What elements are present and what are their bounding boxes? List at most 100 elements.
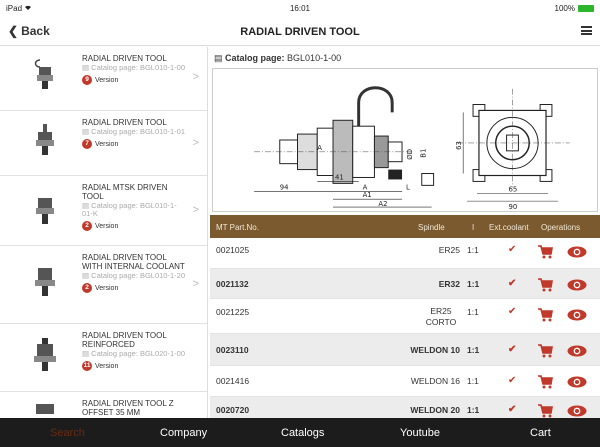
sidebar-item-3[interactable]: RADIAL DRIVEN TOOL WITH INTERNAL COOLANT… <box>0 246 207 324</box>
ratio: 1:1 <box>467 405 480 415</box>
eye-icon[interactable] <box>567 405 587 418</box>
table-row[interactable]: 0021025 ER25 1:1 ✔ <box>210 238 600 269</box>
sidebar-item-title: RADIAL DRIVEN TOOL <box>82 118 167 127</box>
status-time: 16:01 <box>289 4 311 13</box>
sidebar-item-title: RADIAL MTSK DRIVEN TOOL <box>82 183 168 201</box>
sidebar-item-0[interactable]: RADIAL DRIVEN TOOL ▤ Catalog page: BGL01… <box>0 47 207 111</box>
part-number: 0021132 <box>216 279 249 289</box>
spindle: ER25 CORTO <box>425 306 457 327</box>
tab-cart[interactable]: Cart <box>530 427 551 439</box>
page-title: RADIAL DRIVEN TOOL <box>240 26 360 38</box>
sidebar-item-title: RADIAL DRIVEN TOOL Z OFFSET 35 mm <box>82 399 174 417</box>
check-icon: ✔ <box>508 306 517 317</box>
version-count-badge: 9 <box>82 75 92 85</box>
table-row[interactable]: 0021225 ER25 CORTO 1:1 ✔ <box>210 299 600 334</box>
cart-icon[interactable] <box>537 344 553 360</box>
tab-catalogs[interactable]: Catalogs <box>281 427 324 439</box>
table-row[interactable]: 0021416 WELDON 16 1:1 ✔ <box>210 366 600 397</box>
sidebar: RADIAL DRIVEN TOOL ▤ Catalog page: BGL01… <box>0 47 208 418</box>
dimension-label: A <box>363 183 368 191</box>
dimension-label: 41 <box>335 173 344 181</box>
status-right: 100% <box>555 4 594 13</box>
tab-youtube[interactable]: Youtube <box>400 427 440 439</box>
eye-icon[interactable] <box>567 376 587 390</box>
navigation-bar: ❮ Back RADIAL DRIVEN TOOL <box>0 16 600 46</box>
catalog-page-heading: ▤ Catalog page: BGL010-1-00 <box>214 53 342 63</box>
battery-percent: 100% <box>554 4 575 13</box>
sidebar-item-4[interactable]: RADIAL DRIVEN TOOL REINFORCED ▤ Catalog … <box>0 324 207 392</box>
back-button[interactable]: ❮ Back <box>8 24 50 38</box>
header-ratio: I <box>472 223 475 232</box>
part-number: 0021225 <box>216 307 250 317</box>
dimension-label: A2 <box>378 200 387 208</box>
dimension-label: 94 <box>280 183 289 191</box>
tool-thumbnail-icon <box>35 268 55 296</box>
spindle: WELDON 20 <box>410 405 460 415</box>
spindle: ER32 <box>438 279 460 289</box>
eye-icon[interactable] <box>567 279 587 293</box>
part-number: 0023110 <box>216 345 249 355</box>
eye-icon[interactable] <box>567 246 587 260</box>
check-icon: ✔ <box>508 375 517 386</box>
table-row[interactable]: 0023110 WELDON 10 1:1 ✔ <box>210 334 600 366</box>
sidebar-item-2[interactable]: RADIAL MTSK DRIVEN TOOL ▤ Catalog page: … <box>0 176 207 246</box>
tool-thumbnail-icon <box>34 59 53 89</box>
ratio: 1:1 <box>467 345 480 355</box>
chevron-left-icon: ❮ <box>8 24 19 38</box>
book-icon: ▤ <box>214 53 226 63</box>
back-label: Back <box>21 24 50 38</box>
cart-icon[interactable] <box>537 245 553 261</box>
dimension-label: A1 <box>363 191 372 199</box>
spindle: WELDON 16 <box>410 376 460 386</box>
sidebar-item-5[interactable]: RADIAL DRIVEN TOOL Z OFFSET 35 mm <box>0 392 207 418</box>
book-icon: ▤ <box>82 63 92 72</box>
sidebar-item-catalog: ▤ Catalog page: BGL010-1-01-K <box>82 201 177 218</box>
sidebar-item-title: RADIAL DRIVEN TOOL <box>82 54 167 63</box>
technical-drawing: 94 41 A A1 A2 L ØD B1 65 90 63 A <box>212 68 598 212</box>
tab-search[interactable]: Search <box>50 427 85 439</box>
chevron-right-icon: > <box>192 71 199 83</box>
sidebar-item-catalog: ▤ Catalog page: BGL020-1-00 <box>82 349 185 358</box>
sidebar-item-version: 2 Version <box>82 221 187 231</box>
cart-icon[interactable] <box>537 375 553 391</box>
chevron-right-icon: > <box>192 278 199 290</box>
dimension-label: B1 <box>420 149 428 158</box>
spindle: WELDON 10 <box>410 345 460 355</box>
header-part-no: MT Part.No. <box>216 223 259 232</box>
ratio: 1:1 <box>467 245 479 255</box>
chevron-right-icon: > <box>192 137 199 149</box>
sidebar-item-catalog: ▤ Catalog page: BGL010-1-01 <box>82 127 185 136</box>
ratio: 1:1 <box>467 307 479 317</box>
dimension-label: 63 <box>455 141 463 150</box>
sidebar-item-title: RADIAL DRIVEN TOOL WITH INTERNAL COOLANT <box>82 253 185 271</box>
version-count-badge: 2 <box>82 221 92 231</box>
tool-thumbnail-icon <box>36 124 54 155</box>
sidebar-item-catalog: ▤ Catalog page: BGL010-1-00 <box>82 63 185 72</box>
version-count-badge: 7 <box>82 139 92 149</box>
bottom-tab-bar: Search Company Catalogs Youtube Cart <box>0 418 600 447</box>
header-operations: Operations <box>541 223 581 232</box>
eye-icon[interactable] <box>567 345 587 359</box>
tab-company[interactable]: Company <box>160 427 207 439</box>
sidebar-item-version: 11 Version <box>82 361 119 371</box>
table-row[interactable]: 0021132 ER32 1:1 ✔ <box>210 269 600 299</box>
table-header: MT Part.No. Spindle I Ext.coolant Operat… <box>210 215 600 238</box>
parts-table: MT Part.No. Spindle I Ext.coolant Operat… <box>210 215 600 418</box>
sidebar-item-1[interactable]: RADIAL DRIVEN TOOL ▤ Catalog page: BGL01… <box>0 111 207 176</box>
cart-icon[interactable] <box>537 404 553 418</box>
version-count-badge: 2 <box>82 283 92 293</box>
eye-icon[interactable] <box>567 309 587 323</box>
check-icon: ✔ <box>508 244 517 255</box>
sidebar-item-title: RADIAL DRIVEN TOOL REINFORCED <box>82 331 167 349</box>
ratio: 1:1 <box>467 376 479 386</box>
version-count-badge: 11 <box>82 361 92 371</box>
tool-thumbnail-icon <box>34 338 56 371</box>
table-row[interactable]: 0020720 WELDON 20 1:1 ✔ <box>210 397 600 418</box>
cart-icon[interactable] <box>537 308 553 324</box>
book-icon: ▤ <box>82 271 92 280</box>
book-icon: ▤ <box>82 349 92 358</box>
cart-icon[interactable] <box>537 278 553 294</box>
dimension-label: ØD <box>406 149 414 160</box>
sidebar-item-version: 7 Version <box>82 139 187 149</box>
hamburger-menu-icon[interactable] <box>581 26 592 35</box>
